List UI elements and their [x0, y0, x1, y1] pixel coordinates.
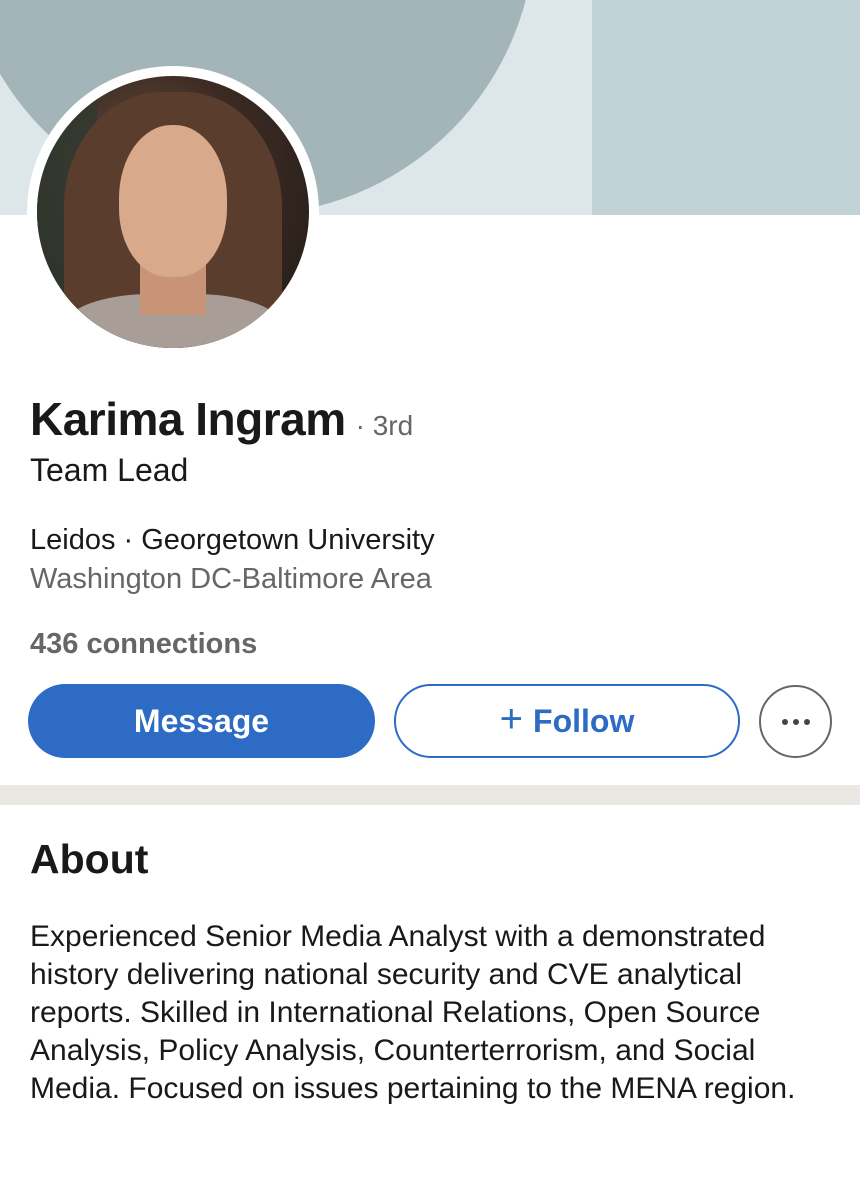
follow-button-label: Follow	[533, 702, 635, 739]
section-divider	[0, 785, 860, 805]
message-button[interactable]: Message	[28, 684, 375, 758]
follow-button[interactable]: + Follow	[394, 684, 740, 758]
cover-shape-right	[592, 0, 860, 215]
profile-name: Karima Ingram	[30, 393, 346, 445]
about-heading: About	[30, 836, 149, 882]
avatar-photo	[37, 76, 309, 348]
profile-headline: Team Lead	[30, 452, 189, 488]
plus-icon: +	[499, 697, 524, 741]
about-summary: Experienced Senior Media Analyst with a …	[30, 920, 796, 1105]
profile-location: Washington DC-Baltimore Area	[30, 563, 432, 595]
profile-company-school[interactable]: Leidos · Georgetown University	[30, 524, 435, 557]
more-options-button[interactable]	[759, 685, 832, 758]
profile-avatar[interactable]	[27, 66, 319, 358]
connection-degree: · 3rd	[355, 410, 414, 441]
profile-name-row: Karima Ingram · 3rd	[30, 392, 413, 446]
more-horizontal-icon	[781, 718, 788, 725]
connections-count[interactable]: 436 connections	[30, 628, 257, 661]
message-button-label: Message	[133, 702, 270, 739]
